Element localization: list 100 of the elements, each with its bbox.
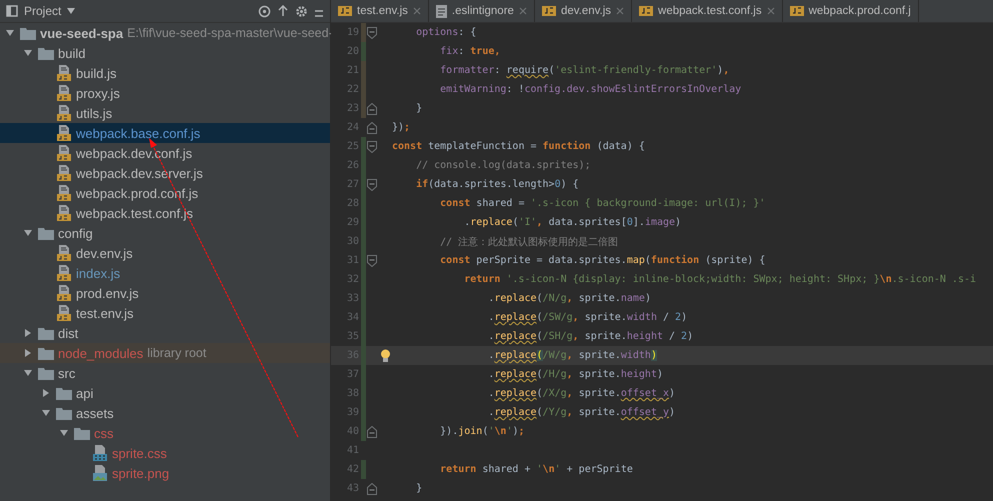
line-number: 30 — [346, 236, 360, 247]
tree-item[interactable]: prod.env.js — [0, 283, 330, 303]
folder-icon — [56, 386, 72, 400]
target-icon[interactable] — [258, 4, 271, 18]
expand-arrow-icon[interactable] — [41, 388, 51, 398]
project-path: E:\fif\vue-seed-spa-master\vue-seed- — [127, 26, 333, 40]
fold-icon[interactable] — [367, 482, 377, 494]
line-number: 19 — [346, 27, 360, 38]
file-name: node_modules — [58, 346, 144, 360]
fold-icon[interactable] — [367, 254, 377, 266]
js-file-icon — [56, 85, 72, 101]
file-name: dist — [58, 326, 78, 340]
tree-item[interactable]: src — [0, 363, 330, 383]
folder-icon — [74, 426, 90, 440]
code-line: return '.s-icon-N {display: inline-block;width: SWpx; height: SHpx; }\n.s-icon-N .s-i — [463, 274, 976, 285]
js-file-icon — [338, 6, 352, 16]
js-file-icon — [56, 165, 72, 181]
code-line: } — [415, 103, 422, 114]
tree-item[interactable]: webpack.prod.conf.js — [0, 183, 330, 203]
expand-arrow-icon[interactable] — [23, 228, 33, 238]
code-line: emitWarning: !config.dev.showEslintErrorsInOverlay — [439, 84, 742, 95]
folder-icon — [38, 226, 54, 240]
js-file-icon — [56, 145, 72, 161]
tree-item[interactable]: webpack.base.conf.js — [0, 123, 330, 143]
line-number: 29 — [346, 217, 360, 228]
tree-item[interactable]: utils.js — [0, 103, 330, 123]
file-name: webpack.base.conf.js — [76, 126, 200, 140]
tree-item[interactable]: assets — [0, 403, 330, 423]
line-number: 35 — [346, 331, 360, 342]
expand-arrow-icon[interactable] — [59, 428, 69, 438]
code-line: const shared = '.s-icon { background-image: url(I); }' — [439, 198, 766, 209]
fold-icon[interactable] — [367, 102, 377, 114]
file-name: proxy.js — [76, 86, 120, 100]
js-file-icon — [790, 6, 804, 16]
fold-icon[interactable] — [367, 178, 377, 190]
js-file-icon — [56, 305, 72, 321]
line-number: 33 — [346, 293, 360, 304]
editor-tab[interactable]: webpack.test.conf.js — [632, 0, 783, 22]
editor-tab[interactable]: .eslintignore — [428, 0, 535, 22]
expand-arrow-icon[interactable] — [23, 48, 33, 58]
code-line: // 注意：此处默认图标使用的是二倍图 — [439, 236, 618, 248]
tree-item[interactable]: build.js — [0, 63, 330, 83]
panel-title[interactable]: Project — [24, 4, 62, 18]
image-file-icon — [92, 465, 108, 481]
tree-item[interactable]: node_modules library root — [0, 343, 330, 363]
expand-arrow-icon[interactable] — [23, 328, 33, 338]
fold-icon[interactable] — [367, 140, 377, 152]
line-number: 34 — [346, 312, 360, 323]
lightbulb-icon[interactable] — [380, 348, 390, 362]
folder-icon — [20, 26, 36, 40]
settings-icon[interactable] — [295, 4, 308, 18]
fold-icon[interactable] — [367, 26, 377, 38]
line-number: 32 — [346, 274, 360, 285]
file-name: sprite.png — [112, 466, 170, 480]
code-line: }).join('\n'); — [439, 426, 525, 437]
line-number: 22 — [346, 84, 360, 95]
js-file-icon — [56, 125, 72, 141]
line-number: 39 — [346, 407, 360, 418]
tree-item[interactable]: test.env.js — [0, 303, 330, 323]
code-line: .replace(/SH/g, sprite.height / 2) — [487, 331, 694, 342]
folder-icon — [38, 46, 54, 60]
expand-arrow-icon[interactable] — [23, 348, 33, 358]
expand-arrow-icon[interactable] — [23, 368, 33, 378]
code-line: options: { — [415, 27, 476, 38]
tree-item[interactable]: webpack.dev.server.js — [0, 163, 330, 183]
code-line: formatter: require('eslint-friendly-formatter'), — [439, 65, 730, 76]
editor-tab[interactable]: webpack.prod.conf.j — [782, 0, 919, 22]
file-name: webpack.prod.conf.js — [76, 186, 198, 200]
folder-icon — [56, 406, 72, 420]
js-file-icon — [639, 6, 654, 16]
editor-tab[interactable]: test.env.js — [331, 0, 429, 22]
fold-icon[interactable] — [367, 122, 377, 134]
file-name: webpack.dev.conf.js — [76, 146, 192, 160]
tree-item[interactable]: dev.env.js — [0, 243, 330, 263]
tree-item[interactable]: dist — [0, 323, 330, 343]
code-line: if(data.sprites.length>0) { — [415, 179, 579, 190]
tree-item[interactable]: vue-seed-spa E:\fif\vue-seed-spa-master\vue-seed- — [0, 23, 330, 43]
file-name: css — [94, 426, 114, 440]
expand-arrow-icon[interactable] — [5, 28, 15, 38]
tree-item[interactable]: build — [0, 43, 330, 63]
tree-item[interactable]: webpack.test.conf.js — [0, 203, 330, 223]
line-number: 40 — [346, 426, 360, 437]
tree-item[interactable]: proxy.js — [0, 83, 330, 103]
editor-tab[interactable]: dev.env.js — [534, 0, 632, 22]
line-number: 26 — [346, 160, 360, 171]
line-number: 20 — [346, 46, 360, 57]
tree-item[interactable]: config — [0, 223, 330, 243]
js-file-icon — [56, 185, 72, 201]
library-root-label: library root — [147, 346, 206, 360]
line-number: 37 — [346, 369, 360, 380]
expand-arrow-icon[interactable] — [41, 408, 51, 418]
tree-item[interactable]: webpack.dev.conf.js — [0, 143, 330, 163]
file-name: vue-seed-spa — [40, 26, 124, 40]
code-line: // console.log(data.sprites); — [415, 160, 591, 171]
collapse-icon[interactable] — [277, 5, 289, 17]
line-number: 25 — [346, 141, 360, 152]
caret-icon[interactable] — [67, 8, 76, 14]
fold-icon[interactable] — [367, 426, 377, 438]
tree-item[interactable]: api — [0, 383, 330, 403]
tree-item[interactable]: index.js — [0, 263, 330, 283]
